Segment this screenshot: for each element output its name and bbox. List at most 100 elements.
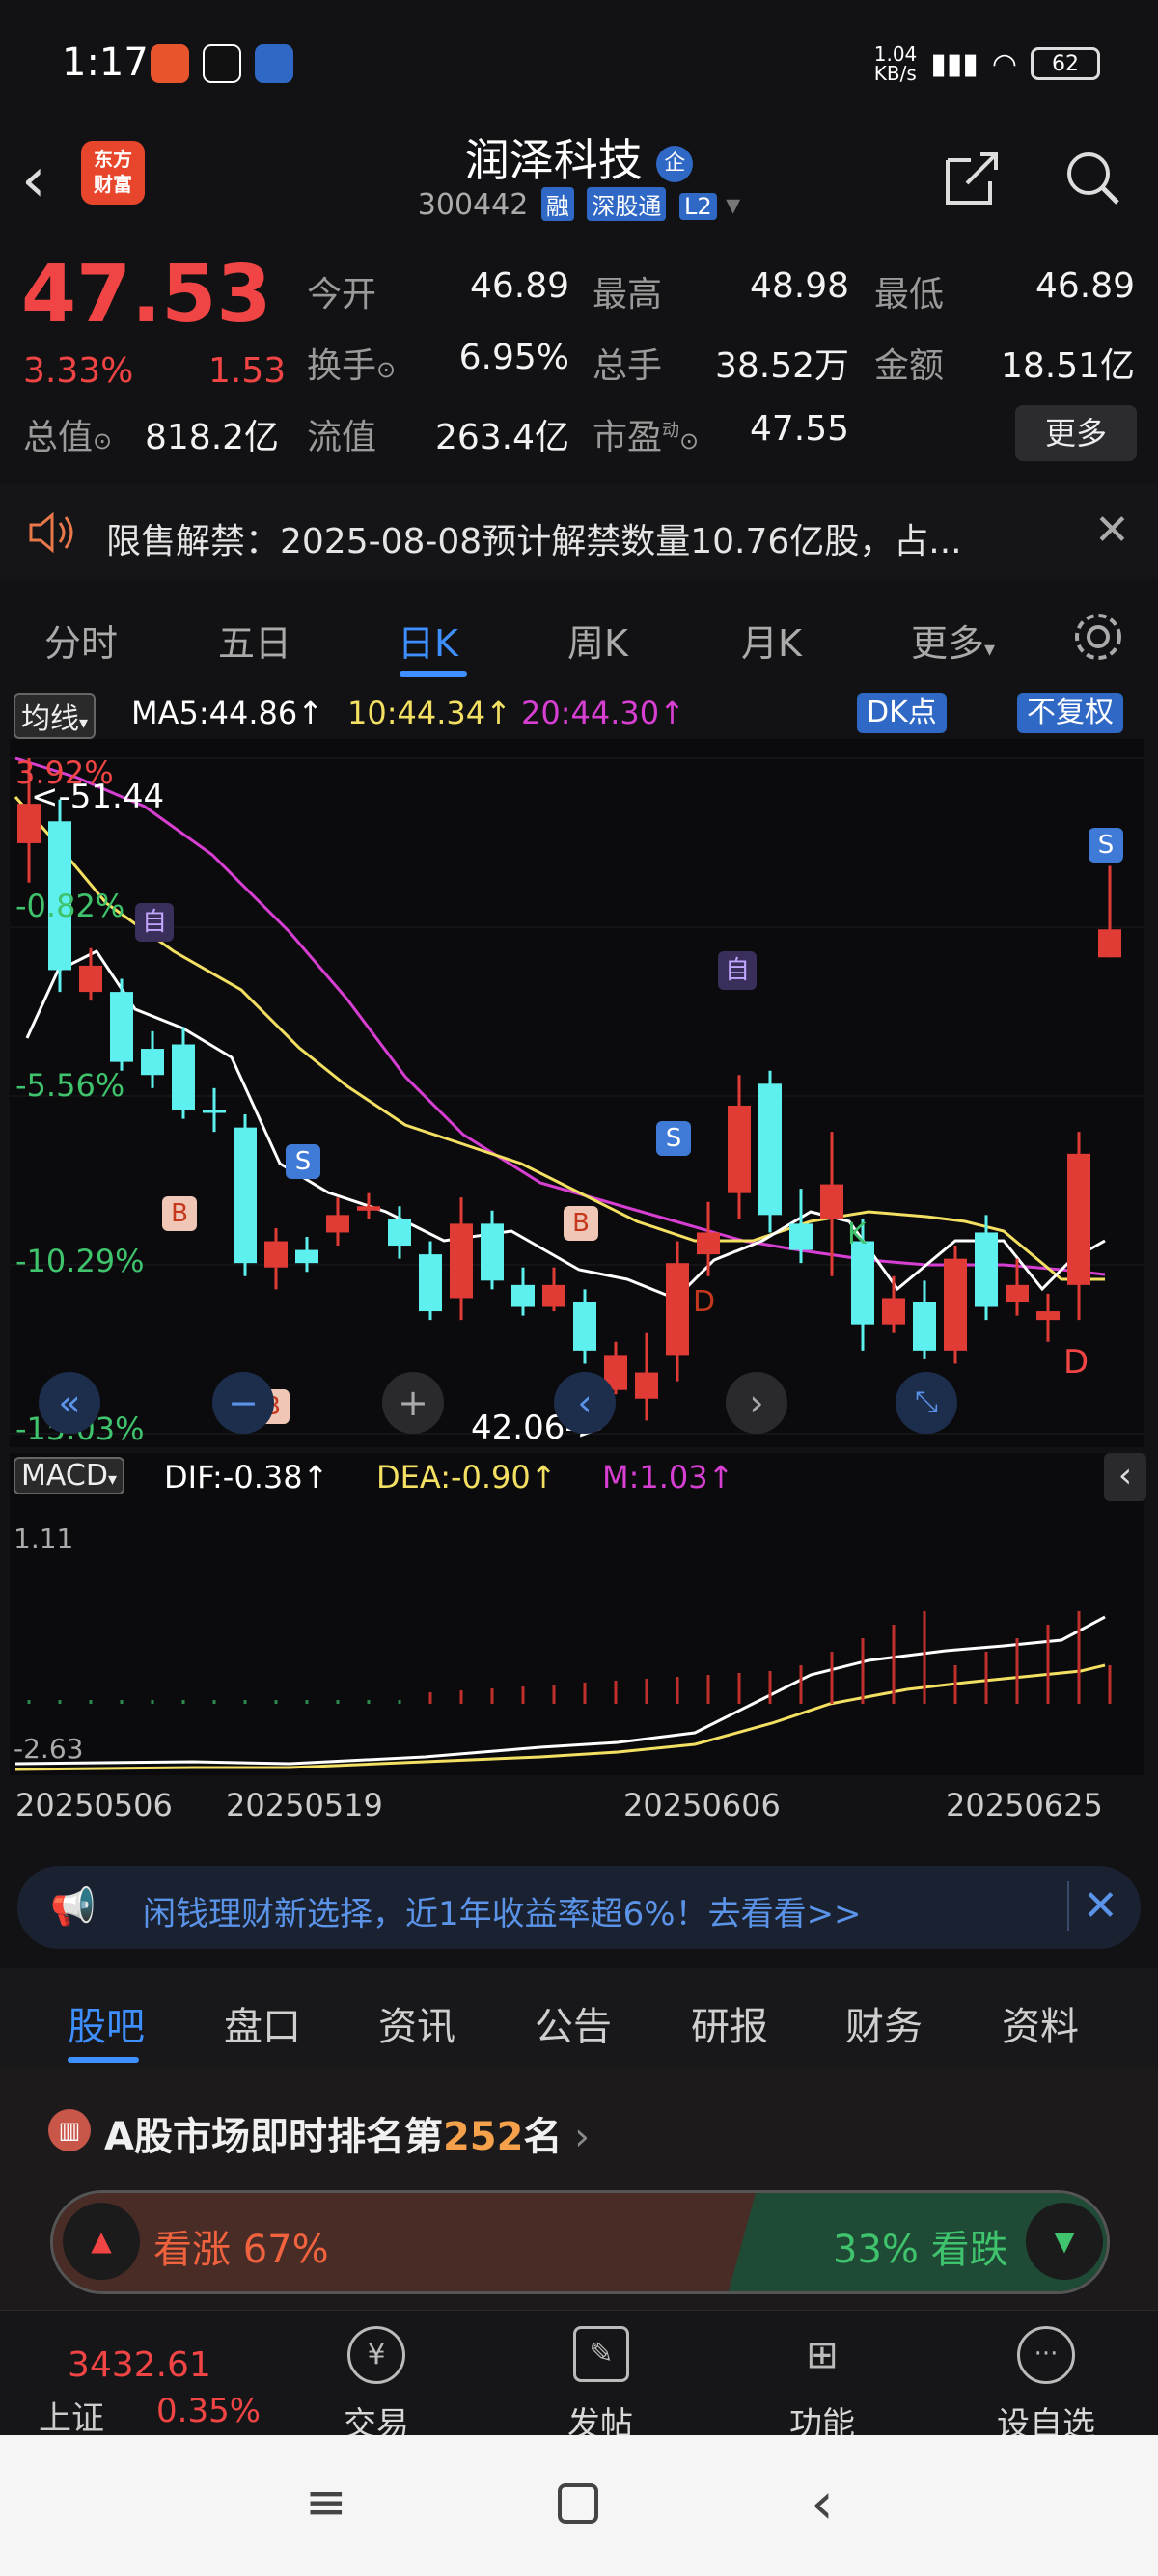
share-icon[interactable] (942, 147, 1004, 208)
low-label: 最低 (874, 275, 945, 315)
marker-self[interactable]: 自 (135, 903, 174, 942)
bottom-nav: 3432.61 上证 0.35% ¥ 交易 ✎ 发帖 ⊞ 功能 ··· 设自选 (0, 2310, 1158, 2444)
close-icon[interactable]: ✕ (1067, 1881, 1118, 1931)
more-button[interactable]: 更多 (1015, 405, 1137, 461)
status-time: 1:17 (62, 41, 149, 85)
system-nav: ≡ ‹ (0, 2435, 1158, 2576)
rank-suffix: 名 (523, 2115, 563, 2159)
home-icon[interactable] (558, 2483, 598, 2524)
post-icon[interactable]: ✎ (573, 2326, 629, 2382)
ma-selector[interactable]: 均线▾ (14, 693, 96, 739)
candle-body[interactable] (357, 1206, 380, 1211)
tab-5day[interactable]: 五日 (218, 614, 291, 667)
bearish-label: 33% 看跌 (833, 2228, 1008, 2272)
candle-body[interactable] (573, 1302, 596, 1351)
tab-more[interactable]: 更多▾ (911, 614, 995, 667)
marker-self[interactable]: 自 (718, 951, 757, 990)
candle-body[interactable] (789, 1223, 813, 1250)
index-name: 上证 (39, 2399, 104, 2438)
fullscreen-icon[interactable]: ⤡ (896, 1372, 957, 1434)
close-icon[interactable]: ✕ (1094, 506, 1130, 555)
marker-sell[interactable]: S (286, 1144, 320, 1179)
notice-bar[interactable]: 限售解禁：2025-08-08预计解禁数量10.76亿股，占... ✕ (0, 484, 1158, 579)
back-nav-icon[interactable]: ‹ (811, 2470, 834, 2537)
candle-body[interactable] (697, 1232, 720, 1255)
candle-body[interactable] (913, 1302, 936, 1351)
marker-sell[interactable]: S (656, 1121, 691, 1156)
candle-body[interactable] (542, 1284, 565, 1307)
change-pct: 3.33% (23, 351, 134, 391)
candle-body[interactable] (882, 1298, 905, 1325)
candle-body[interactable] (851, 1241, 874, 1325)
tab-intraday[interactable]: 分时 (44, 614, 118, 667)
turnover-label[interactable]: 换手⊙ (307, 338, 396, 388)
volume-value: 38.52万 (714, 346, 849, 386)
candle-body[interactable] (141, 1049, 164, 1076)
tab-profile[interactable]: 资料 (1002, 1995, 1079, 2051)
next-icon[interactable]: › (726, 1372, 787, 1434)
float-value: 263.4亿 (434, 418, 569, 457)
tab-daily-k[interactable]: 日K (398, 614, 458, 667)
candle-body[interactable] (264, 1241, 288, 1268)
marker-buy[interactable]: B (162, 1196, 197, 1231)
candle-body[interactable] (666, 1263, 689, 1356)
marker-buy[interactable]: B (564, 1206, 598, 1241)
settings-icon[interactable] (1071, 610, 1125, 664)
candle-body[interactable] (450, 1223, 473, 1299)
candle-body[interactable] (1098, 929, 1121, 958)
candle-body[interactable] (511, 1284, 535, 1307)
prev-icon[interactable]: ‹ (554, 1372, 616, 1434)
tab-forum[interactable]: 股吧 (68, 1995, 145, 2051)
dk-button[interactable]: DK点 (857, 693, 947, 733)
pe-label[interactable]: 市盈动⊙ (593, 409, 699, 459)
tab-monthly-k[interactable]: 月K (741, 614, 802, 667)
candle-body[interactable] (758, 1083, 782, 1216)
scroll-left-icon[interactable]: « (39, 1372, 100, 1434)
candle-body[interactable] (295, 1249, 318, 1264)
candle-body[interactable] (1036, 1311, 1060, 1321)
tab-orderbook[interactable]: 盘口 (224, 1995, 301, 2051)
tab-finance[interactable]: 财务 (845, 1995, 923, 2051)
wifi-icon: ◠ (991, 46, 1017, 81)
stock-header: ‹ 东方 财富 润泽科技 企 300442 融 深股通 L2 ▾ (0, 125, 1158, 241)
tab-news[interactable]: 资讯 (378, 1995, 455, 2051)
menu-icon[interactable]: ≡ (305, 2474, 347, 2532)
candle-body[interactable] (1067, 1153, 1090, 1285)
bearish-icon[interactable]: ▼ (1026, 2203, 1103, 2280)
candle-body[interactable] (944, 1258, 967, 1351)
marker-sell[interactable]: S (1089, 828, 1123, 863)
tab-announcements[interactable]: 公告 (535, 1995, 612, 2051)
watchlist-icon[interactable]: ··· (1017, 2326, 1075, 2384)
adjust-button[interactable]: 不复权 (1017, 693, 1123, 733)
candle-body[interactable] (1006, 1284, 1029, 1302)
pct-level-3: -5.56% (15, 1067, 125, 1104)
rank-title[interactable]: A股市场即时排名第252名 › (104, 2105, 590, 2161)
candle-body[interactable] (728, 1105, 751, 1193)
candle-body[interactable] (635, 1372, 658, 1399)
function-icon[interactable]: ⊞ (793, 2326, 851, 2384)
candle-body[interactable] (975, 1232, 998, 1307)
dropdown-icon[interactable]: ▾ (726, 188, 740, 222)
candle-body[interactable] (388, 1219, 411, 1247)
zoom-in-icon[interactable]: + (382, 1372, 444, 1434)
candle-body[interactable] (234, 1127, 257, 1264)
macd-selector[interactable]: MACD▾ (14, 1457, 124, 1494)
tab-research[interactable]: 研报 (691, 1995, 768, 2051)
search-icon[interactable] (1062, 147, 1123, 208)
kline-chart[interactable] (0, 739, 1158, 1849)
candle-body[interactable] (820, 1184, 843, 1219)
candle-body[interactable] (110, 992, 133, 1062)
collapse-icon[interactable]: ‹ (1104, 1453, 1146, 1501)
candle-body[interactable] (172, 1044, 195, 1110)
candle-body[interactable] (79, 965, 102, 993)
bullish-icon[interactable]: ▲ (63, 2203, 140, 2280)
candle-body[interactable] (326, 1215, 349, 1233)
promo-banner[interactable]: 📢 闲钱理财新选择，近1年收益率超6%！去看看>> ✕ (17, 1866, 1141, 1949)
zoom-out-icon[interactable]: − (212, 1372, 274, 1434)
candle-body[interactable] (481, 1223, 504, 1281)
candle-body[interactable] (203, 1110, 226, 1113)
trade-icon[interactable]: ¥ (347, 2326, 405, 2384)
tab-weekly-k[interactable]: 周K (567, 614, 628, 667)
candle-body[interactable] (419, 1254, 442, 1312)
date-label: 20250519 (226, 1787, 383, 1823)
